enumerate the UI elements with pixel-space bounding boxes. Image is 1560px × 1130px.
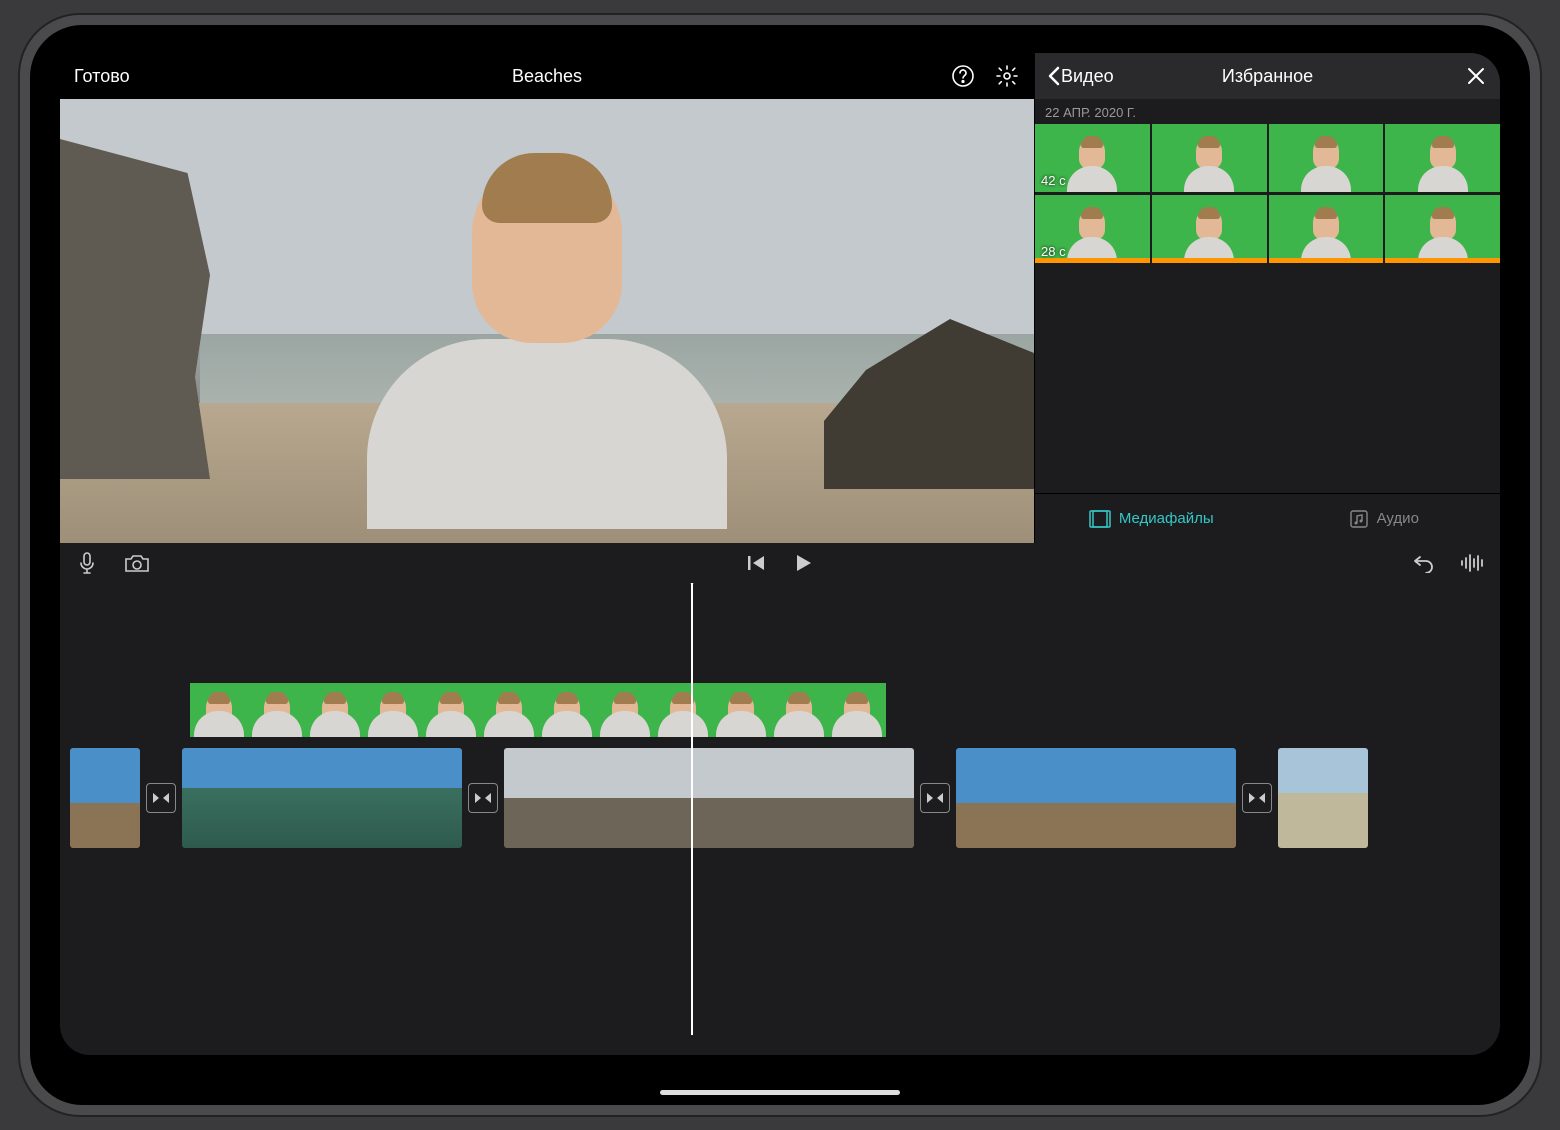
home-indicator[interactable]	[660, 1090, 900, 1095]
timeline-clip[interactable]	[70, 748, 140, 848]
transition-icon[interactable]	[146, 783, 176, 813]
transition-icon[interactable]	[920, 783, 950, 813]
project-title: Beaches	[512, 66, 582, 87]
clip-row[interactable]: 42 с	[1035, 124, 1500, 192]
undo-icon[interactable]	[1410, 550, 1436, 576]
tab-media[interactable]: Медиафайлы	[1035, 494, 1268, 543]
preview-pane: Готово Beaches	[60, 53, 1035, 543]
overlay-track	[190, 683, 886, 737]
browser-header: Видео Избранное	[1035, 53, 1500, 99]
back-button[interactable]: Видео	[1047, 66, 1114, 87]
clip-duration: 28 с	[1041, 244, 1066, 259]
tab-label: Медиафайлы	[1119, 510, 1214, 527]
overlay-clip[interactable]	[190, 683, 886, 737]
app-screen: Готово Beaches	[60, 53, 1500, 1055]
done-button[interactable]: Готово	[74, 66, 194, 87]
tab-audio[interactable]: Аудио	[1268, 494, 1501, 543]
play-icon[interactable]	[791, 550, 817, 576]
clip-date-header: 22 АПР. 2020 Г.	[1035, 99, 1500, 124]
close-icon	[1466, 66, 1486, 86]
tab-label: Аудио	[1377, 510, 1419, 527]
timeline-clip[interactable]	[1278, 748, 1368, 848]
filmstrip-icon	[1089, 510, 1111, 528]
back-label: Видео	[1061, 66, 1114, 87]
timeline-clip[interactable]	[504, 748, 914, 848]
browser-title: Избранное	[1222, 66, 1313, 87]
transition-icon[interactable]	[468, 783, 498, 813]
skip-back-icon[interactable]	[743, 550, 769, 576]
timeline-toolbar	[60, 543, 1500, 583]
media-browser: Видео Избранное 22 АПР. 2020 Г. 42 с	[1035, 53, 1500, 543]
camera-icon[interactable]	[124, 550, 150, 576]
close-button[interactable]	[1466, 66, 1486, 86]
timeline-tracks[interactable]	[60, 583, 1500, 1055]
chevron-left-icon	[1047, 66, 1061, 86]
playhead[interactable]	[691, 583, 693, 1035]
browser-tabs: Медиафайлы Аудио	[1035, 493, 1500, 543]
help-icon[interactable]	[950, 63, 976, 89]
transition-icon[interactable]	[1242, 783, 1272, 813]
clip-duration: 42 с	[1041, 173, 1066, 188]
mic-icon[interactable]	[74, 550, 100, 576]
clip-row-selected[interactable]: 28 с	[1035, 195, 1500, 263]
timeline	[60, 543, 1500, 1055]
music-icon	[1349, 509, 1369, 529]
preview-header: Готово Beaches	[60, 53, 1034, 99]
waveform-icon[interactable]	[1460, 550, 1486, 576]
timeline-clip[interactable]	[956, 748, 1236, 848]
main-track	[60, 748, 1500, 848]
gear-icon[interactable]	[994, 63, 1020, 89]
tablet-frame: Готово Beaches	[20, 15, 1540, 1115]
preview-viewport[interactable]	[60, 99, 1034, 543]
bezel: Готово Beaches	[30, 25, 1530, 1105]
timeline-clip[interactable]	[182, 748, 462, 848]
